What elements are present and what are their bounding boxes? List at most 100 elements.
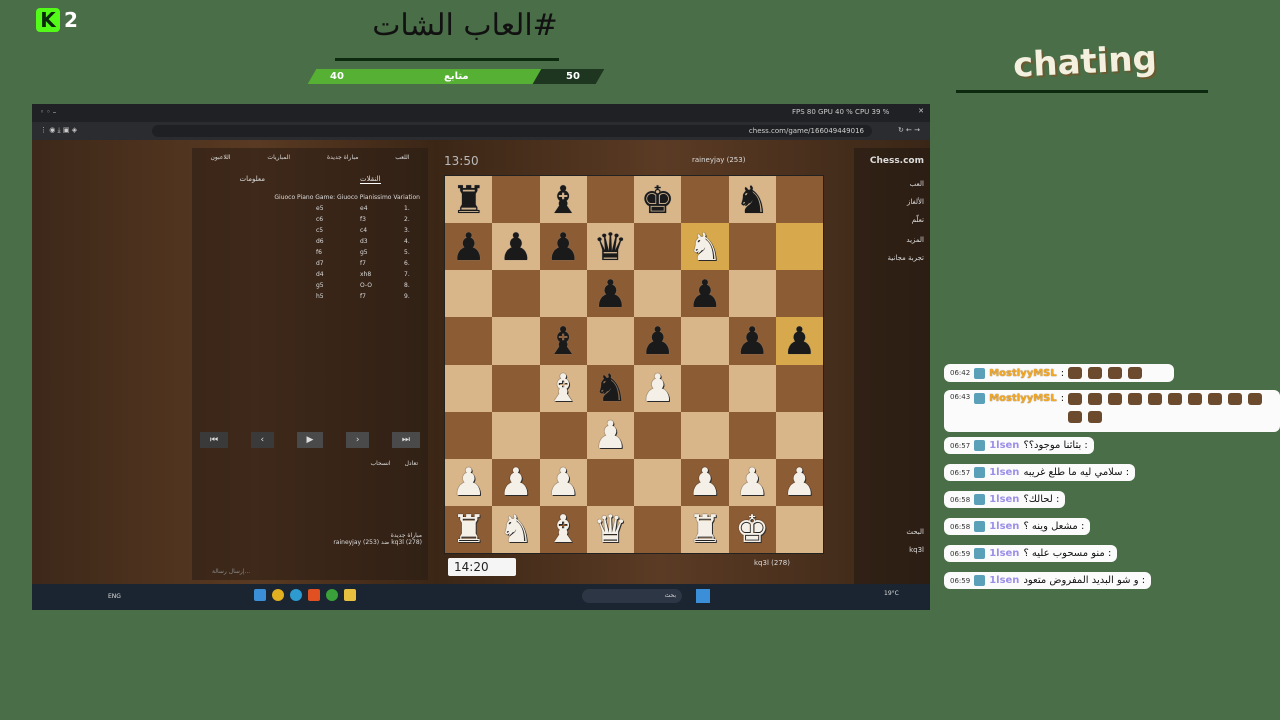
nav-play[interactable]: اللعب bbox=[395, 154, 409, 161]
black-pawn-icon[interactable]: ♟ bbox=[499, 228, 533, 266]
board-square[interactable]: ♚ bbox=[634, 176, 682, 224]
white-queen-icon[interactable]: ♛ bbox=[593, 510, 627, 548]
board-square[interactable] bbox=[728, 270, 776, 318]
black-queen-icon[interactable]: ♛ bbox=[593, 228, 627, 266]
black-pawn-icon[interactable]: ♟ bbox=[688, 275, 722, 313]
black-bishop-icon[interactable]: ♝ bbox=[546, 322, 580, 360]
move-row[interactable]: c6 f3 2. bbox=[202, 216, 418, 227]
black-knight-icon[interactable]: ♞ bbox=[593, 369, 627, 407]
close-icon[interactable]: ✕ bbox=[918, 107, 924, 115]
move-row[interactable]: d7 f7 6. bbox=[202, 260, 418, 271]
draw-button[interactable]: تعادل bbox=[405, 460, 418, 467]
white-rook-icon[interactable]: ♜ bbox=[688, 510, 722, 548]
white-pawn-icon[interactable]: ♟ bbox=[688, 463, 722, 501]
board-square[interactable] bbox=[445, 364, 493, 412]
board-square[interactable] bbox=[775, 176, 823, 224]
white-pawn-icon[interactable]: ♟ bbox=[452, 463, 486, 501]
nav-games[interactable]: المباريات bbox=[267, 154, 290, 161]
move-san[interactable]: g5 bbox=[360, 249, 374, 260]
first-move-icon[interactable]: ⏮ bbox=[200, 432, 229, 448]
board-square[interactable] bbox=[681, 317, 729, 365]
chat-username[interactable]: 1lsen bbox=[989, 575, 1019, 586]
url-field[interactable]: chess.com/game/166049449016 bbox=[152, 125, 872, 137]
board-square[interactable] bbox=[728, 364, 776, 412]
board-square[interactable]: ♛ bbox=[586, 505, 634, 553]
board-square[interactable]: ♝ bbox=[539, 176, 587, 224]
board-square[interactable]: ♟ bbox=[681, 458, 729, 506]
black-pawn-icon[interactable]: ♟ bbox=[593, 275, 627, 313]
white-pawn-icon[interactable]: ♟ bbox=[499, 463, 533, 501]
window-controls-icon[interactable]: ◦ ◦ – bbox=[40, 108, 56, 116]
move-san[interactable]: h5 bbox=[316, 293, 330, 304]
board-square[interactable] bbox=[634, 223, 682, 271]
white-rook-icon[interactable]: ♜ bbox=[452, 510, 486, 548]
taskbar-search[interactable]: بحث bbox=[582, 589, 682, 603]
black-king-icon[interactable]: ♚ bbox=[641, 181, 675, 219]
white-pawn-icon[interactable]: ♟ bbox=[546, 463, 580, 501]
nav-players[interactable]: اللاعبون bbox=[211, 154, 231, 161]
black-pawn-icon[interactable]: ♟ bbox=[546, 228, 580, 266]
move-san[interactable]: g5 bbox=[316, 282, 330, 293]
sidebar-item-puzzles[interactable]: الألغاز bbox=[907, 198, 924, 206]
next-move-icon[interactable]: › bbox=[345, 432, 370, 448]
white-pawn-icon[interactable]: ♟ bbox=[641, 369, 675, 407]
board-square[interactable]: ♟ bbox=[775, 458, 823, 506]
extensions-icon[interactable]: ⋮ ◉ ⤓ ▣ ◈ bbox=[40, 126, 77, 135]
white-king-icon[interactable]: ♚ bbox=[735, 510, 769, 548]
move-san[interactable]: d4 bbox=[316, 271, 330, 282]
board-square[interactable]: ♜ bbox=[445, 505, 493, 553]
sidebar-user[interactable]: kq3l bbox=[909, 546, 924, 554]
black-rook-icon[interactable]: ♜ bbox=[452, 181, 486, 219]
board-square[interactable]: ♟ bbox=[492, 458, 540, 506]
move-row[interactable]: f6 g5 5. bbox=[202, 249, 418, 260]
board-square[interactable]: ♟ bbox=[445, 458, 493, 506]
white-knight-icon[interactable]: ♞ bbox=[688, 228, 722, 266]
black-pawn-icon[interactable]: ♟ bbox=[735, 322, 769, 360]
board-square[interactable]: ♟ bbox=[634, 317, 682, 365]
board-square[interactable]: ♞ bbox=[492, 505, 540, 553]
board-square[interactable]: ♟ bbox=[728, 458, 776, 506]
board-square[interactable] bbox=[681, 411, 729, 459]
black-bishop-icon[interactable]: ♝ bbox=[546, 181, 580, 219]
board-square[interactable] bbox=[775, 411, 823, 459]
board-square[interactable] bbox=[634, 411, 682, 459]
sidebar-search[interactable]: البحث bbox=[906, 528, 924, 536]
brave-icon[interactable] bbox=[308, 589, 320, 601]
sidebar-item-learn[interactable]: تعلّم bbox=[912, 216, 924, 224]
move-row[interactable]: e5 e4 1. bbox=[202, 205, 418, 216]
tab-info[interactable]: معلومات bbox=[239, 175, 265, 184]
board-square[interactable] bbox=[634, 505, 682, 553]
board-square[interactable]: ♟ bbox=[775, 317, 823, 365]
board-square[interactable]: ♟ bbox=[539, 458, 587, 506]
chess-brand[interactable]: Chess.com bbox=[870, 156, 924, 166]
board-square[interactable]: ♜ bbox=[445, 176, 493, 224]
board-square[interactable] bbox=[539, 411, 587, 459]
board-square[interactable] bbox=[634, 458, 682, 506]
board-square[interactable] bbox=[728, 223, 776, 271]
white-bishop-icon[interactable]: ♝ bbox=[546, 369, 580, 407]
folder-icon[interactable] bbox=[344, 589, 356, 601]
chat-username[interactable]: 1lsen bbox=[989, 548, 1019, 559]
sidebar-item-free-trial[interactable]: تجربة مجانية bbox=[888, 254, 924, 262]
board-square[interactable] bbox=[445, 270, 493, 318]
move-san[interactable]: f6 bbox=[316, 249, 330, 260]
move-san[interactable]: f3 bbox=[360, 216, 374, 227]
board-square[interactable]: ♞ bbox=[586, 364, 634, 412]
board-square[interactable] bbox=[445, 411, 493, 459]
move-san[interactable]: f7 bbox=[360, 293, 374, 304]
board-square[interactable] bbox=[681, 176, 729, 224]
board-square[interactable]: ♟ bbox=[492, 223, 540, 271]
board-square[interactable]: ♟ bbox=[539, 223, 587, 271]
board-square[interactable] bbox=[775, 364, 823, 412]
board-square[interactable]: ♟ bbox=[681, 270, 729, 318]
white-bishop-icon[interactable]: ♝ bbox=[546, 510, 580, 548]
move-san[interactable]: e5 bbox=[316, 205, 330, 216]
chat-username[interactable]: MostlyyMSL bbox=[989, 368, 1057, 379]
board-square[interactable] bbox=[445, 317, 493, 365]
board-square[interactable]: ♟ bbox=[586, 411, 634, 459]
move-row[interactable]: g5 O-O 8. bbox=[202, 282, 418, 293]
chat-input[interactable]: إرسال رسالة... bbox=[212, 568, 250, 575]
board-square[interactable] bbox=[586, 317, 634, 365]
move-row[interactable]: d6 d3 4. bbox=[202, 238, 418, 249]
chat-username[interactable]: 1lsen bbox=[989, 467, 1019, 478]
